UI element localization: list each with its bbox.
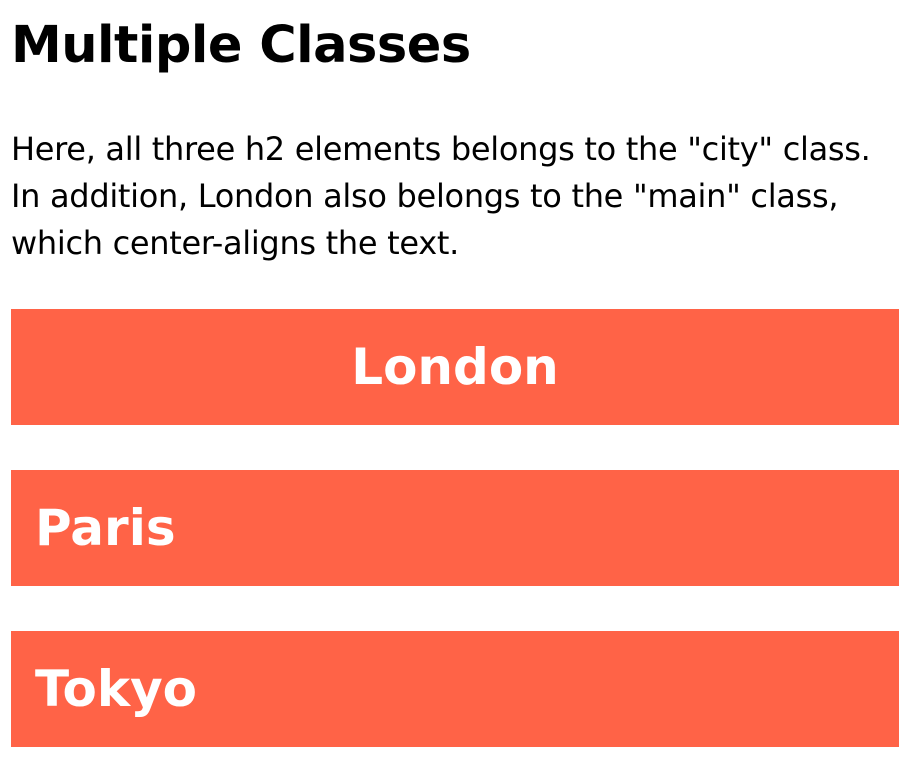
city-heading-tokyo: Tokyo	[11, 631, 899, 747]
intro-paragraph: Here, all three h2 elements belongs to t…	[11, 130, 871, 262]
page-title: Multiple Classes	[11, 16, 471, 75]
city-heading-london: London	[11, 309, 899, 425]
city-heading-paris: Paris	[11, 470, 899, 586]
page: Multiple Classes Here, all three h2 elem…	[0, 0, 910, 769]
